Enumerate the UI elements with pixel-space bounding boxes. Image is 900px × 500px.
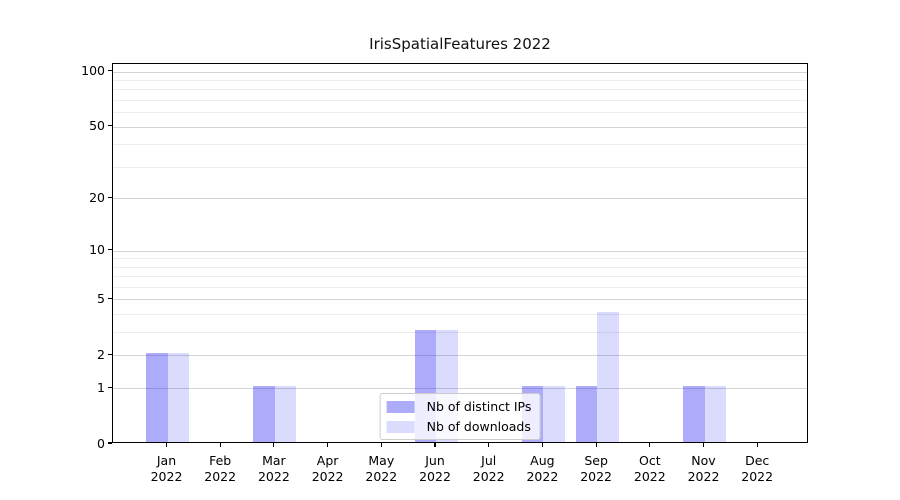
y-tick-label: 1 (61, 380, 105, 395)
x-tick-label: Jul 2022 (473, 453, 505, 484)
gridline-minor (113, 267, 807, 268)
x-tick-label: Aug 2022 (526, 453, 558, 484)
x-tick-label: Apr 2022 (312, 453, 344, 484)
plot-area: Nb of distinct IPs Nb of downloads (112, 63, 808, 443)
x-tick-label: Jun 2022 (419, 453, 451, 484)
x-tick-mark (166, 443, 167, 447)
gridline-minor (113, 314, 807, 315)
x-tick-mark (381, 443, 382, 447)
x-tick-mark (273, 443, 274, 447)
gridline-minor (113, 112, 807, 113)
y-tick-label: 100 (61, 63, 105, 78)
gridline-major (113, 299, 807, 300)
gridline-minor (113, 258, 807, 259)
bar-downloads (543, 386, 565, 442)
x-tick-mark (434, 443, 435, 447)
x-tick-mark (596, 443, 597, 447)
gridline-minor (113, 167, 807, 168)
gridline-minor (113, 332, 807, 333)
x-tick-label: Nov 2022 (688, 453, 720, 484)
y-tick-label: 20 (61, 190, 105, 205)
gridline-major (113, 127, 807, 128)
gridline-minor (113, 100, 807, 101)
x-tick-mark (327, 443, 328, 447)
legend-label-distinct-ips: Nb of distinct IPs (427, 399, 532, 414)
x-tick-mark (220, 443, 221, 447)
gridline-minor (113, 144, 807, 145)
bar-downloads (597, 312, 619, 442)
y-tick-label: 5 (61, 291, 105, 306)
x-tick-label: May 2022 (365, 453, 397, 484)
y-tick-mark (108, 249, 112, 250)
y-tick-label: 50 (61, 118, 105, 133)
gridline-major (113, 251, 807, 252)
x-tick-label: Sep 2022 (580, 453, 612, 484)
gridline-minor (113, 287, 807, 288)
y-tick-mark (108, 70, 112, 71)
bar-distinct-ips (253, 386, 275, 442)
y-tick-label: 2 (61, 347, 105, 362)
legend-swatch-distinct-ips (387, 401, 415, 413)
gridline-minor (113, 80, 807, 81)
gridline-major (113, 72, 807, 73)
chart: IrisSpatialFeatures 2022 Nb of distinct … (0, 0, 900, 500)
y-tick-label: 10 (61, 242, 105, 257)
gridline-minor (113, 89, 807, 90)
x-tick-label: Mar 2022 (258, 453, 290, 484)
legend: Nb of distinct IPs Nb of downloads (380, 393, 541, 440)
bar-distinct-ips (146, 353, 168, 442)
legend-item-downloads: Nb of downloads (387, 419, 532, 434)
gridline-major (113, 198, 807, 199)
gridline-minor (113, 276, 807, 277)
x-tick-label: Oct 2022 (634, 453, 666, 484)
y-tick-mark (108, 387, 112, 388)
y-tick-mark (108, 197, 112, 198)
legend-item-distinct-ips: Nb of distinct IPs (387, 399, 532, 414)
bar-downloads (705, 386, 727, 442)
bar-distinct-ips (576, 386, 598, 442)
y-tick-mark (108, 354, 112, 355)
x-tick-mark (703, 443, 704, 447)
y-tick-label: 0 (61, 436, 105, 451)
x-tick-mark (542, 443, 543, 447)
legend-swatch-downloads (387, 421, 415, 433)
x-tick-mark (488, 443, 489, 447)
x-tick-label: Jan 2022 (151, 453, 183, 484)
y-tick-mark (108, 298, 112, 299)
gridline-major (113, 355, 807, 356)
x-tick-mark (757, 443, 758, 447)
bar-distinct-ips (683, 386, 705, 442)
bar-downloads (275, 386, 297, 442)
x-tick-mark (649, 443, 650, 447)
chart-title: IrisSpatialFeatures 2022 (112, 35, 808, 53)
x-tick-label: Feb 2022 (204, 453, 236, 484)
y-tick-mark (108, 442, 112, 443)
bar-downloads (168, 353, 190, 442)
x-tick-label: Dec 2022 (741, 453, 773, 484)
y-tick-mark (108, 125, 112, 126)
legend-label-downloads: Nb of downloads (427, 419, 531, 434)
